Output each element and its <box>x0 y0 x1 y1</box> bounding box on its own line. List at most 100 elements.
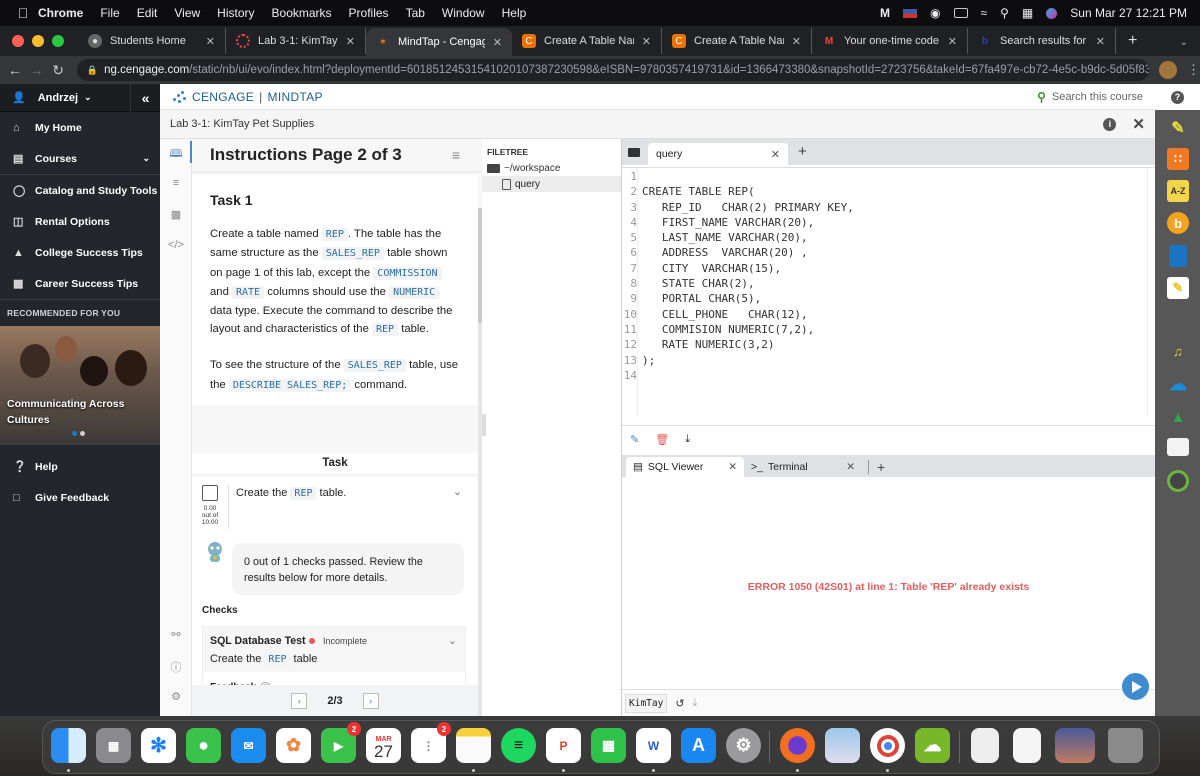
code-line[interactable] <box>642 169 854 184</box>
settings-gear-icon[interactable]: ⚙ <box>168 690 184 703</box>
menu-window[interactable]: Window <box>442 6 485 20</box>
close-tab-icon[interactable]: ✕ <box>206 35 215 48</box>
code-line[interactable] <box>642 368 854 383</box>
share-icon[interactable]: ⚯ <box>168 628 184 641</box>
menu-help[interactable]: Help <box>502 6 527 20</box>
remote-desktop-icon[interactable]: ☁ <box>915 728 950 763</box>
browser-tab[interactable]: b Search results for 'Task 1 C ✕ <box>968 28 1116 54</box>
code-line[interactable]: REP_ID CHAR(2) PRIMARY KEY, <box>642 200 854 215</box>
address-bar[interactable]: 🔒 ng.cengage.com/static/nb/ui/evo/index.… <box>76 59 1150 81</box>
browser-tab-active[interactable]: ✶ MindTap - Cengage Learni ✕ <box>366 28 512 56</box>
collapse-sidebar-button[interactable]: « <box>130 83 160 112</box>
menu-app-name[interactable]: Chrome <box>38 6 83 20</box>
browser-tab[interactable]: ● Students Home ✕ <box>78 28 226 54</box>
menu-tab[interactable]: Tab <box>406 6 425 20</box>
sidebar-item-career-success[interactable]: ▩ Career Success Tips <box>0 268 160 299</box>
code-line[interactable]: CREATE TABLE REP( <box>642 184 854 199</box>
download-icon[interactable]: ⤓ <box>685 433 690 446</box>
rss-icon[interactable]: ∷ <box>1167 148 1189 170</box>
reminders-icon[interactable]: ⋮ 2 <box>411 722 451 763</box>
system-preferences-icon[interactable]: ⚙ <box>726 728 761 763</box>
sidebar-item-college-success[interactable]: ▲ College Success Tips <box>0 237 160 268</box>
wifi-icon[interactable]: ≈ <box>981 6 988 20</box>
profile-avatar[interactable] <box>1159 61 1178 79</box>
code-line[interactable]: CELL_PHONE CHAR(12), <box>642 307 854 322</box>
code-line[interactable]: ADDRESS VARCHAR(20) , <box>642 245 854 260</box>
folder-toggle-icon[interactable] <box>628 148 640 157</box>
help-icon[interactable]: ? <box>1171 90 1184 104</box>
onedrive-icon[interactable]: ☁ <box>1167 373 1189 395</box>
launchpad-icon[interactable]: ▦ <box>96 728 131 763</box>
user-status-icon[interactable]: ◉ <box>930 6 940 20</box>
flag-icon[interactable] <box>903 8 918 18</box>
quizlet-icon[interactable]: b <box>1167 212 1189 234</box>
task-checkbox[interactable] <box>202 485 218 501</box>
close-tab-icon[interactable]: ✕ <box>948 35 957 48</box>
hamburger-menu-icon[interactable]: ≡ <box>452 147 460 163</box>
code-line[interactable]: FIRST_NAME VARCHAR(20), <box>642 215 854 230</box>
sidebar-item-help[interactable]: ❔ Help <box>0 451 160 482</box>
code-line[interactable]: COMMISION NUMERIC(7,2), <box>642 322 854 337</box>
code-lines[interactable]: CREATE TABLE REP( REP_ID CHAR(2) PRIMARY… <box>642 169 854 383</box>
photos-icon[interactable]: ✿ <box>276 728 311 763</box>
sidebar-item-give-feedback[interactable]: □ Give Feedback <box>0 482 160 513</box>
more-menu-icon[interactable]: ⋮ <box>1187 62 1200 78</box>
word-document-icon[interactable] <box>1013 728 1041 763</box>
close-tab-icon[interactable]: ✕ <box>846 461 855 473</box>
zoom-window-button[interactable] <box>52 35 64 47</box>
download-icon[interactable]: ⤓ <box>693 697 698 710</box>
readspeaker-icon[interactable]: ♫ <box>1167 340 1189 362</box>
book-open-icon[interactable]: 🕮 <box>168 145 184 164</box>
new-tab-button[interactable]: + <box>1128 32 1137 50</box>
recommended-card[interactable]: Communicating Across Cultures <box>0 326 160 444</box>
code-line[interactable]: CITY VARCHAR(15), <box>642 261 854 276</box>
malwarebytes-icon[interactable]: M <box>880 6 890 20</box>
trash-icon[interactable] <box>1108 728 1143 763</box>
numbers-icon[interactable]: ▩ <box>591 728 626 763</box>
spotlight-icon[interactable]: ⚲ <box>1000 6 1009 20</box>
sidebar-item-rental-options[interactable]: ◫ Rental Options <box>0 206 160 237</box>
clock[interactable]: Sun Mar 27 12:21 PM <box>1070 6 1187 20</box>
tab-terminal[interactable]: >_ Terminal ✕ <box>744 457 862 477</box>
safari-icon[interactable]: ✻ <box>141 728 176 763</box>
browser-tab[interactable]: C Create A Table Named REP ✕ <box>662 28 812 54</box>
menu-view[interactable]: View <box>174 6 200 20</box>
task-item[interactable]: 0.00 out of 10.00 Create the REP table. … <box>202 485 462 529</box>
close-window-button[interactable] <box>12 35 24 47</box>
preview-icon[interactable] <box>825 728 860 763</box>
close-tab-icon[interactable]: ✕ <box>771 148 780 161</box>
close-tab-icon[interactable]: ✕ <box>1096 35 1105 48</box>
next-page-button[interactable]: › <box>362 692 379 709</box>
code-line[interactable]: LAST_NAME VARCHAR(20), <box>642 230 854 245</box>
siri-icon[interactable] <box>1046 7 1058 19</box>
powerpoint-icon[interactable]: P <box>546 728 581 763</box>
new-output-tab-button[interactable]: + <box>877 459 885 475</box>
pencil-edit-icon[interactable]: ✎ <box>630 433 639 446</box>
browser-tab[interactable]: M Your one-time code - andr ✕ <box>812 28 968 54</box>
flashcards-icon[interactable] <box>1167 438 1189 456</box>
help-circle-icon[interactable]: ⓘ <box>168 659 184 675</box>
editor-tab-query[interactable]: query ✕ <box>648 143 788 165</box>
ebook-icon[interactable] <box>1169 245 1187 267</box>
code-line[interactable]: PORTAL CHAR(5), <box>642 291 854 306</box>
course-search[interactable]: ⚲ Search this course <box>1037 90 1143 104</box>
profile-circle-icon[interactable] <box>1167 470 1189 492</box>
word-icon[interactable]: W <box>636 728 671 763</box>
document-file-icon[interactable] <box>971 728 999 763</box>
code-line[interactable]: STATE CHAR(2), <box>642 276 854 291</box>
sidebar-item-my-home[interactable]: ⌂ My Home <box>0 112 160 143</box>
trash-icon[interactable]: 🗑 <box>655 433 669 446</box>
user-menu[interactable]: 👤 Andrzej ⌄ « <box>0 83 160 112</box>
close-tab-icon[interactable]: ✕ <box>642 35 651 48</box>
reload-button[interactable]: ↻ <box>47 62 69 79</box>
cengage-mindtap-logo[interactable]: CENGAGE | MINDTAP <box>172 90 323 104</box>
menu-profiles[interactable]: Profiles <box>349 6 389 20</box>
notes-icon[interactable]: ✎ <box>1167 277 1189 299</box>
screenshot-stack-icon[interactable] <box>1055 728 1095 763</box>
close-lab-button[interactable]: ✕ <box>1132 115 1145 133</box>
calendar-icon[interactable]: MAR 27 <box>366 728 401 763</box>
workspace-folder[interactable]: ~/workspace <box>482 161 621 176</box>
control-center-icon[interactable]: ▦ <box>1022 6 1033 20</box>
file-query[interactable]: query <box>482 176 621 192</box>
google-drive-icon[interactable]: ▲ <box>1167 406 1189 428</box>
